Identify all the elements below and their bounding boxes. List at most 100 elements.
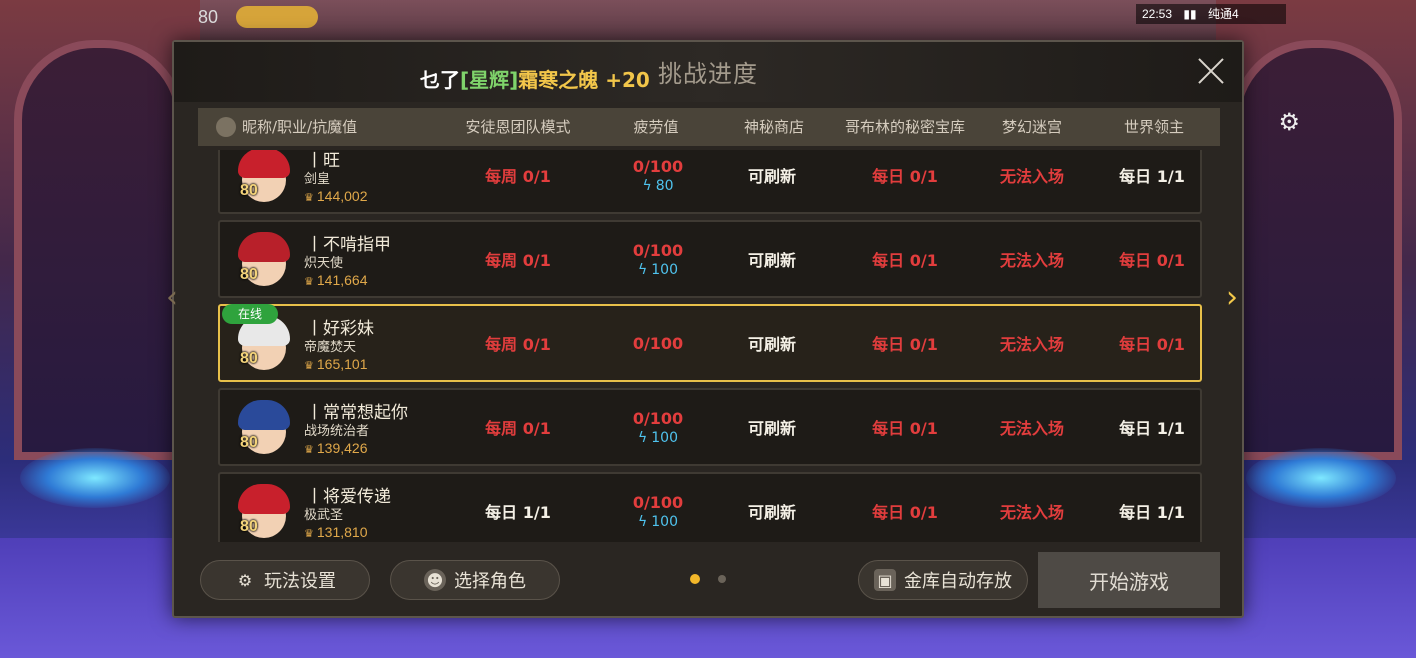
gear-icon: ⚙: [237, 570, 253, 590]
col-maze: 梦幻迷宫: [1001, 118, 1062, 136]
character-avatar: 80: [232, 480, 294, 542]
character-avatar: 80: [232, 396, 294, 458]
anti-magic-value: ♛ 165,101: [304, 356, 367, 372]
goblin-value: 每日 0/1: [872, 503, 938, 522]
crown-icon: ♛: [304, 528, 314, 540]
col-fatigue: 疲劳值: [633, 118, 679, 136]
character-level: 80: [240, 518, 258, 535]
fatigue-sub: ϟ 100: [638, 430, 678, 446]
character-row[interactable]: 80 丨常常想起你 战场统治者 ♛ 139,426 每周 0/1 0/100 ϟ1…: [218, 388, 1202, 466]
anti-magic-number: 139,426: [316, 440, 368, 456]
gameplay-settings-button[interactable]: ⚙ 玩法设置: [200, 560, 370, 600]
anti-magic-value: ♛ 139,426: [304, 440, 367, 456]
page-dot-active[interactable]: [690, 574, 700, 584]
anti-magic-value: ♛ 131,810: [304, 524, 367, 540]
vault-auto-store-button[interactable]: ▣ 金库自动存放: [858, 560, 1028, 600]
character-class: 剑皇: [304, 172, 331, 187]
gameplay-settings-label: 玩法设置: [264, 571, 336, 592]
character-level: 80: [240, 434, 258, 451]
shop-value: 可刷新: [747, 335, 796, 354]
status-extra: 纯通4: [1207, 7, 1239, 21]
table-header: 昵称/职业/抗魔值 安徒恩团队模式 疲劳值 神秘商店 哥布林的秘密宝库 梦幻迷宫…: [198, 108, 1220, 146]
character-row[interactable]: 80 丨不啃指甲 炽天使 ♛ 141,664 每周 0/1 0/100 ϟ 100 …: [218, 220, 1202, 298]
character-row[interactable]: 80 丨旺 剑皇 ♛ 144,002 每周 0/1 0/100 ϟ 80 可刷新 每…: [218, 150, 1202, 214]
anton-cell: 每周 0/1: [442, 306, 594, 380]
challenge-progress-modal: 乜了[星辉]霜寒之魄 +20 挑战进度 昵称/职业/抗魔值 安徒恩团队模式 疲劳…: [172, 40, 1244, 618]
shop-value: 可刷新: [747, 167, 796, 186]
maze-value: 无法入场: [999, 503, 1064, 522]
maze-value: 无法入场: [999, 167, 1064, 186]
select-role-label: 选择角色: [454, 571, 526, 592]
crown-icon: ♛: [304, 444, 314, 456]
online-badge: 在线: [222, 304, 278, 324]
anton-value: 每周 0/1: [485, 335, 551, 354]
avatar-hair: [238, 400, 290, 430]
character-avatar: 80: [232, 228, 294, 290]
col-anton: 安徒恩团队模式: [465, 118, 571, 136]
fatigue-value: 0/100: [632, 333, 684, 353]
anti-magic-value: ♛ 144,002: [304, 188, 367, 204]
anton-cell: 每周 0/1: [442, 150, 594, 212]
crown-icon: ♛: [304, 192, 314, 204]
modal-title: 挑战进度: [658, 60, 758, 88]
select-role-button[interactable]: ☻ 选择角色: [390, 560, 560, 600]
character-level: 80: [240, 350, 258, 367]
gear-icon[interactable]: ⚙: [1278, 108, 1300, 136]
boss-value: 每日 0/1: [1119, 335, 1185, 354]
shop-value: 可刷新: [747, 503, 796, 522]
character-icon: [216, 117, 236, 137]
maze-cell: 无法入场: [962, 306, 1102, 380]
boss-value: 每日 1/1: [1119, 167, 1185, 186]
start-game-button[interactable]: 开始游戏: [1038, 552, 1220, 608]
maze-cell: 无法入场: [962, 150, 1102, 212]
clock: 22:53: [1142, 7, 1173, 21]
hud-pill[interactable]: [236, 6, 318, 28]
boss-value: 每日 0/1: [1119, 251, 1185, 270]
close-button[interactable]: [1196, 56, 1226, 86]
fatigue-value: 0/100: [632, 408, 684, 428]
fatigue-sub-value: 100: [651, 261, 678, 278]
page-dot[interactable]: [718, 575, 726, 583]
hud-level: 80: [198, 7, 219, 27]
prev-page-arrow-icon[interactable]: ‹: [166, 283, 190, 313]
status-bar: 22:53 ▮▮ 纯通4: [1136, 4, 1286, 24]
boss-value: 每日 1/1: [1119, 419, 1185, 438]
fatigue-sub: ϟ 100: [638, 262, 678, 278]
shop-value: 可刷新: [747, 251, 796, 270]
modal-header: 乜了[星辉]霜寒之魄 +20 挑战进度: [174, 42, 1242, 102]
lightning-icon: ϟ: [638, 513, 648, 530]
fatigue-value: 0/100: [632, 156, 684, 176]
background-glow: [20, 448, 170, 508]
page-indicator: [690, 574, 730, 584]
lightning-icon: ϟ: [638, 261, 648, 278]
maze-cell: 无法入场: [962, 474, 1102, 542]
anton-value: 每周 0/1: [485, 167, 551, 186]
boss-cell: 每日 1/1: [1082, 390, 1202, 464]
character-class: 极武圣: [304, 508, 344, 523]
character-row[interactable]: 80 在线 丨好彩妹 帝魔焚天 ♛ 165,101 每周 0/1 0/100 可刷…: [218, 304, 1202, 382]
character-class: 战场统治者: [304, 424, 370, 439]
background-arch: [1232, 40, 1402, 460]
crown-icon: ♛: [304, 360, 314, 372]
lightning-icon: ϟ: [638, 429, 648, 446]
character-list[interactable]: 80 丨旺 剑皇 ♛ 144,002 每周 0/1 0/100 ϟ 80 可刷新 每…: [218, 150, 1202, 542]
next-page-arrow-icon[interactable]: ›: [1226, 283, 1250, 313]
character-class: 炽天使: [304, 256, 344, 271]
anton-cell: 每周 0/1: [442, 222, 594, 296]
lightning-icon: ϟ: [642, 177, 652, 194]
character-icon: ☻: [424, 569, 446, 591]
boss-cell: 每日 0/1: [1082, 222, 1202, 296]
boss-cell: 每日 1/1: [1082, 150, 1202, 212]
avatar-hair: [238, 232, 290, 262]
maze-value: 无法入场: [999, 251, 1064, 270]
character-row[interactable]: 80 丨将爱传递 极武圣 ♛ 131,810 每日 1/1 0/100 ϟ 100 …: [218, 472, 1202, 542]
character-level: 80: [240, 182, 258, 199]
anti-magic-number: 144,002: [316, 188, 368, 204]
maze-cell: 无法入场: [962, 390, 1102, 464]
character-avatar: 80: [232, 150, 294, 206]
col-boss: 世界领主: [1123, 118, 1184, 136]
boss-value: 每日 1/1: [1119, 503, 1185, 522]
maze-cell: 无法入场: [962, 222, 1102, 296]
boss-cell: 每日 1/1: [1082, 474, 1202, 542]
avatar-hair: [238, 484, 290, 514]
